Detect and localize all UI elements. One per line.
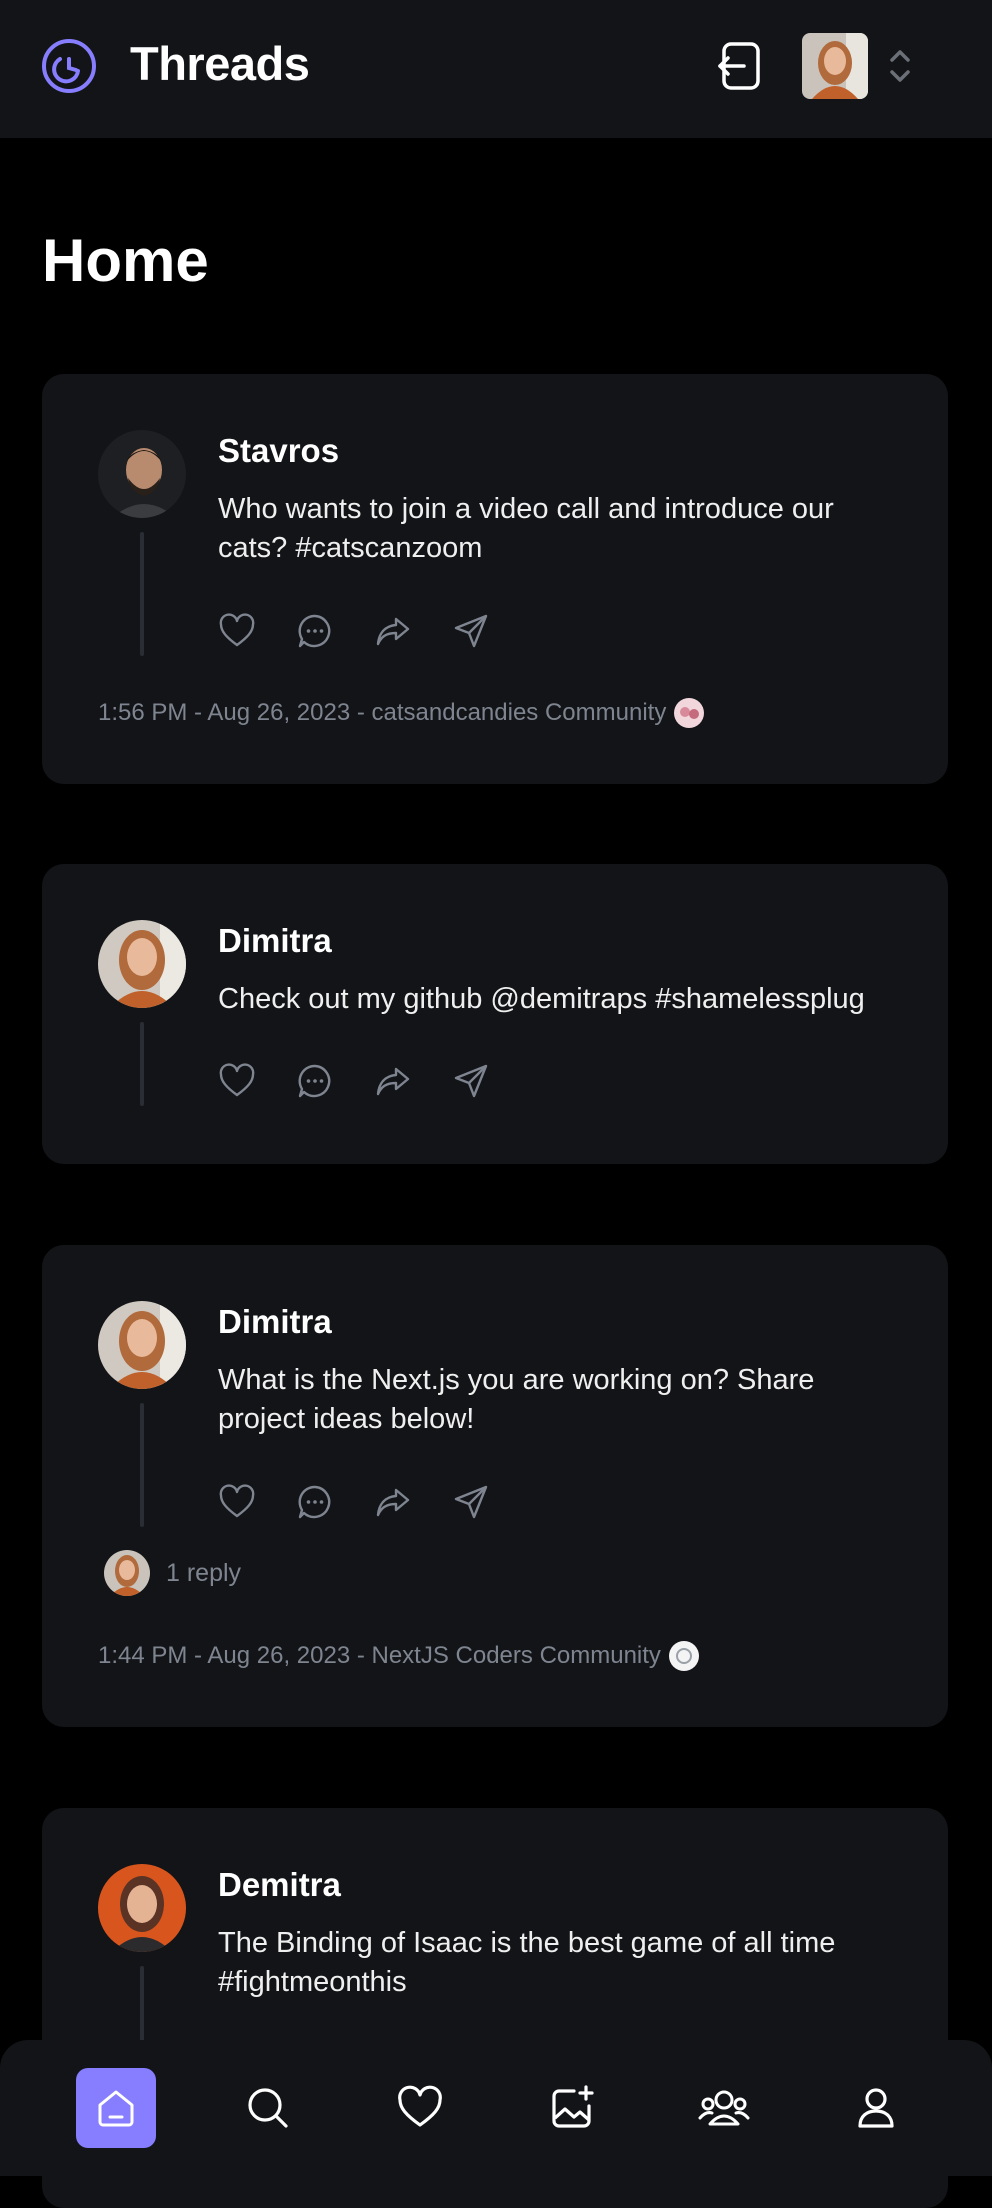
chevron-up-down-icon [890, 50, 910, 82]
thread-actions [218, 612, 490, 650]
repost-icon[interactable] [374, 1483, 412, 1521]
top-bar: Threads [0, 0, 992, 138]
thread-meta: 1:44 PM - Aug 26, 2023 - NextJS Coders C… [98, 1641, 699, 1671]
logout-icon[interactable] [716, 40, 764, 92]
thread-content: What is the Next.js you are working on? … [218, 1364, 815, 1435]
nav-create-thread[interactable] [532, 2068, 612, 2148]
author-name[interactable]: Demitra [218, 1866, 341, 1904]
thread-card: Dimitra What is the Next.js you are work… [42, 1245, 948, 1727]
reply-avatar [104, 1550, 150, 1596]
author-avatar[interactable] [98, 1864, 186, 1952]
nav-home[interactable] [76, 2068, 156, 2148]
heart-icon[interactable] [218, 1062, 256, 1100]
author-name[interactable]: Stavros [218, 432, 339, 470]
thread-card: Dimitra Check out my github @demitraps #… [42, 864, 948, 1164]
reply-count[interactable]: 1 reply [166, 1559, 241, 1588]
nav-activity[interactable] [380, 2068, 460, 2148]
repost-icon[interactable] [374, 1062, 412, 1100]
thread-line [140, 1966, 144, 2050]
user-avatar [802, 33, 868, 99]
organization-switcher[interactable] [802, 32, 922, 100]
thread-content: Who wants to join a video call and intro… [218, 493, 834, 564]
community-avatar[interactable] [674, 698, 705, 728]
heart-icon[interactable] [218, 612, 256, 650]
communities-icon [698, 2090, 750, 2126]
search-icon [248, 2088, 288, 2128]
comment-icon[interactable] [296, 612, 334, 650]
thread-line [140, 1022, 144, 1106]
thread-line [140, 1403, 144, 1527]
nav-communities[interactable] [684, 2068, 764, 2148]
heart-icon [398, 2085, 442, 2127]
comment-icon[interactable] [296, 1062, 334, 1100]
create-thread-icon [552, 2085, 594, 2128]
thread-card: Stavros Who wants to join a video call a… [42, 374, 948, 784]
page-title: Home [42, 227, 209, 294]
home-icon [98, 2090, 134, 2127]
share-icon[interactable] [452, 1483, 490, 1521]
nav-search[interactable] [228, 2068, 308, 2148]
thread-meta: 1:56 PM - Aug 26, 2023 - catsandcandies … [98, 698, 705, 728]
nav-profile[interactable] [836, 2068, 916, 2148]
author-avatar[interactable] [98, 1301, 186, 1389]
thread-content: The Binding of Isaac is the best game of… [218, 1927, 836, 1998]
thread-actions [218, 1483, 490, 1521]
thread-content: Check out my github @demitraps #shameles… [218, 983, 865, 1015]
share-icon[interactable] [452, 612, 490, 650]
thread-actions [218, 1062, 490, 1100]
app-title: Threads [130, 37, 310, 90]
share-icon[interactable] [452, 1062, 490, 1100]
timestamp-community: 1:56 PM - Aug 26, 2023 - catsandcandies … [98, 699, 667, 726]
bottom-navigation [0, 2040, 992, 2176]
author-name[interactable]: Dimitra [218, 1303, 332, 1341]
timestamp-community: 1:44 PM - Aug 26, 2023 - NextJS Coders C… [98, 1642, 661, 1669]
thread-line [140, 532, 144, 656]
profile-icon [858, 2088, 894, 2128]
author-avatar[interactable] [98, 430, 186, 518]
comment-icon[interactable] [296, 1483, 334, 1521]
repost-icon[interactable] [374, 612, 412, 650]
logo-icon[interactable] [40, 37, 98, 95]
heart-icon[interactable] [218, 1483, 256, 1521]
replies-link[interactable]: 1 reply [104, 1550, 241, 1596]
author-name[interactable]: Dimitra [218, 922, 332, 960]
community-avatar[interactable] [668, 1641, 699, 1671]
author-avatar[interactable] [98, 920, 186, 1008]
